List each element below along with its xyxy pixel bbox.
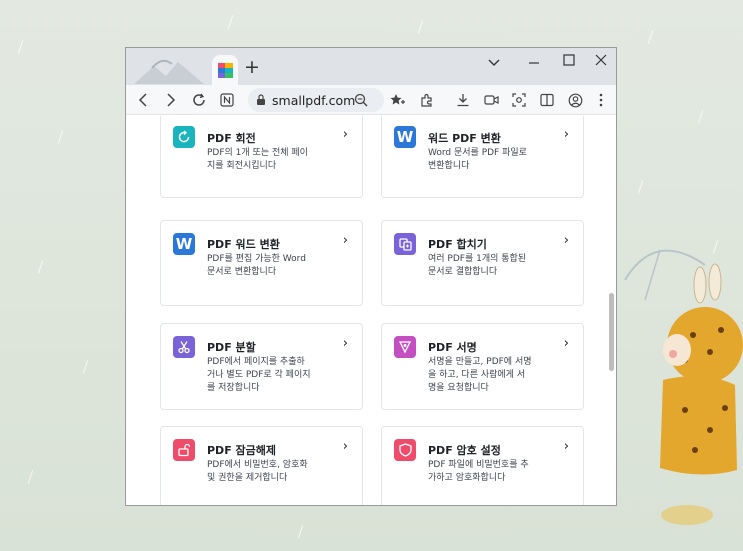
card-desc-line: 를 저장합니다 <box>207 383 260 393</box>
card-title: PDF 분할 <box>207 341 256 354</box>
card-description: PDF를 편집 가능한 Word 문서로 변환합니다 <box>207 253 347 279</box>
tool-card-rotate[interactable]: PDF 회전 PDF의 1개 또는 전체 페이 지를 회전시킵니다 › <box>160 116 363 198</box>
screenshot-icon[interactable] <box>510 91 528 109</box>
card-title: PDF 서명 <box>428 341 477 354</box>
card-desc-line: 거나 별도 PDF로 각 페이지 <box>207 370 311 380</box>
download-icon[interactable] <box>454 91 472 109</box>
word-icon: W <box>173 233 195 255</box>
chevron-right-icon: › <box>342 127 348 142</box>
chevron-down-icon[interactable] <box>488 59 500 67</box>
chevron-right-icon: › <box>342 439 348 454</box>
profile-icon[interactable] <box>566 91 584 109</box>
bunny-illustration <box>624 249 743 525</box>
card-desc-line: 을 하고, 다른 사람에게 서 <box>428 370 526 380</box>
split-view-icon[interactable] <box>538 91 556 109</box>
card-desc-line: Word 문서를 PDF 파일로 <box>428 148 527 158</box>
zoom-icon[interactable] <box>352 91 370 109</box>
chevron-right-icon: › <box>563 336 569 351</box>
forward-icon[interactable] <box>162 91 180 109</box>
card-desc-line: 변환합니다 <box>428 161 470 171</box>
card-desc-line: PDF 파일에 비밀번호를 추 <box>428 460 529 470</box>
card-title: PDF 워드 변환 <box>207 238 280 251</box>
tool-card-word-to-pdf[interactable]: W 워드 PDF 변환 Word 문서를 PDF 파일로 변환합니다 › <box>381 116 584 198</box>
minimize-icon[interactable] <box>528 60 540 66</box>
card-desc-line: PDF를 편집 가능한 Word <box>207 254 306 264</box>
page-content: PDF 회전 PDF의 1개 또는 전체 페이 지를 회전시킵니다 › W 워드… <box>126 116 616 505</box>
card-description: PDF에서 비밀번호, 암호화 및 권한을 제거합니다 <box>207 459 347 485</box>
card-desc-line: 및 권한을 제거합니다 <box>207 473 288 483</box>
card-desc-line: 서명을 만들고, PDF에 서명 <box>428 357 532 367</box>
card-description: 여러 PDF를 1개의 통합된 문서로 결합합니다 <box>428 253 568 279</box>
card-description: PDF에서 페이지를 추출하 거나 별도 PDF로 각 페이지 를 저장합니다 <box>207 356 347 395</box>
tool-card-unlock[interactable]: PDF 잠금해제 PDF에서 비밀번호, 암호화 및 권한을 제거합니다 › <box>160 426 363 505</box>
lock-icon <box>257 94 265 105</box>
shield-icon <box>394 439 416 461</box>
tab-strip: + <box>126 48 616 85</box>
tool-card-merge[interactable]: PDF 합치기 여러 PDF를 1개의 통합된 문서로 결합합니다 › <box>381 220 584 306</box>
url-text: smallpdf.com <box>272 92 356 108</box>
tool-card-split[interactable]: PDF 분할 PDF에서 페이지를 추출하 거나 별도 PDF로 각 페이지 를… <box>160 323 363 410</box>
signature-icon <box>394 336 416 358</box>
card-desc-line: 여러 PDF를 1개의 통합된 <box>428 254 527 264</box>
card-description: 서명을 만들고, PDF에 서명 을 하고, 다른 사람에게 서 명을 요청합니… <box>428 356 568 395</box>
tabbar-wallpaper-art <box>134 59 204 84</box>
reload-icon[interactable] <box>190 91 208 109</box>
menu-kebab-icon[interactable] <box>592 91 610 109</box>
card-desc-line: 문서로 변환합니다 <box>207 267 277 277</box>
chevron-right-icon: › <box>342 233 348 248</box>
tab-smallpdf[interactable] <box>212 55 238 85</box>
merge-icon <box>394 233 416 255</box>
tool-card-protect[interactable]: PDF 암호 설정 PDF 파일에 비밀번호를 추 가하고 암호화합니다 › <box>381 426 584 505</box>
scrollbar-thumb[interactable] <box>609 293 614 371</box>
naver-extension-icon[interactable] <box>218 91 236 109</box>
card-description: Word 문서를 PDF 파일로 변환합니다 <box>428 147 568 173</box>
scrollbar-track[interactable] <box>606 116 616 505</box>
card-title: PDF 회전 <box>207 132 256 145</box>
chevron-right-icon: › <box>563 233 569 248</box>
scissors-icon <box>173 336 195 358</box>
card-desc-line: PDF의 1개 또는 전체 페이 <box>207 148 308 158</box>
card-description: PDF의 1개 또는 전체 페이 지를 회전시킵니다 <box>207 147 347 173</box>
maximize-icon[interactable] <box>563 54 575 66</box>
new-tab-button[interactable]: + <box>244 56 260 78</box>
card-description: PDF 파일에 비밀번호를 추 가하고 암호화합니다 <box>428 459 568 485</box>
card-title: 워드 PDF 변환 <box>428 132 501 145</box>
smallpdf-favicon-icon <box>217 62 233 78</box>
card-title: PDF 잠금해제 <box>207 444 277 457</box>
browser-window: + smallpdf.com PDF 회전 PDF의 1개 또는 전체 페이 지… <box>125 47 617 506</box>
close-icon[interactable] <box>595 54 607 66</box>
extensions-icon[interactable] <box>418 91 436 109</box>
chevron-right-icon: › <box>342 336 348 351</box>
rotate-icon <box>173 126 195 148</box>
card-title: PDF 합치기 <box>428 238 487 251</box>
unlock-icon <box>173 439 195 461</box>
tool-card-sign[interactable]: PDF 서명 서명을 만들고, PDF에 서명 을 하고, 다른 사람에게 서 … <box>381 323 584 410</box>
tool-card-pdf-to-word[interactable]: W PDF 워드 변환 PDF를 편집 가능한 Word 문서로 변환합니다 › <box>160 220 363 306</box>
video-icon[interactable] <box>482 91 500 109</box>
chevron-right-icon: › <box>563 439 569 454</box>
card-desc-line: 명을 요청합니다 <box>428 383 489 393</box>
word-icon: W <box>394 126 416 148</box>
card-desc-line: 문서로 결합합니다 <box>428 267 498 277</box>
card-desc-line: 지를 회전시킵니다 <box>207 161 277 171</box>
back-icon[interactable] <box>134 91 152 109</box>
bookmark-star-icon[interactable] <box>388 91 406 109</box>
card-desc-line: PDF에서 페이지를 추출하 <box>207 357 305 367</box>
browser-toolbar: smallpdf.com <box>126 85 616 115</box>
chevron-right-icon: › <box>563 127 569 142</box>
card-desc-line: 가하고 암호화합니다 <box>428 473 506 483</box>
card-desc-line: PDF에서 비밀번호, 암호화 <box>207 460 308 470</box>
card-title: PDF 암호 설정 <box>428 444 501 457</box>
